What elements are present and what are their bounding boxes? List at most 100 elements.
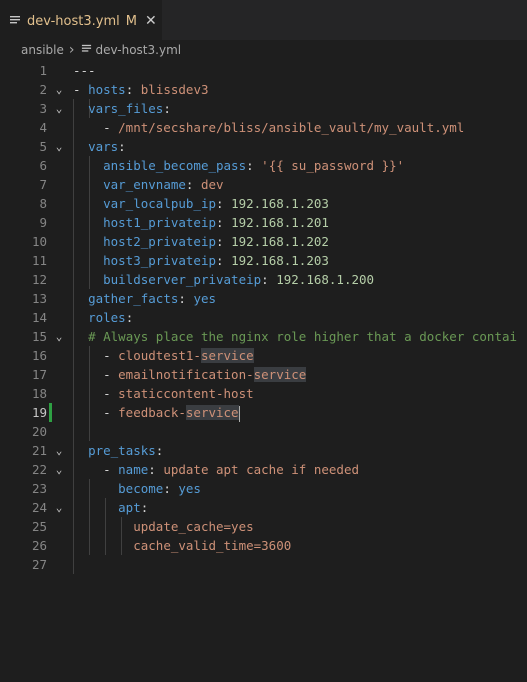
- code-line[interactable]: 7 var_envname: dev: [0, 175, 527, 194]
- chevron-down-icon[interactable]: ⌄: [52, 441, 66, 460]
- lines-file-icon: [81, 43, 92, 57]
- code-line[interactable]: 26 cache_valid_time=3600: [0, 536, 527, 555]
- code-token: :: [246, 158, 262, 173]
- code-line[interactable]: 13 gather_facts: yes: [0, 289, 527, 308]
- code-line[interactable]: 5 ⌄ vars:: [0, 137, 527, 156]
- code-token: dev: [200, 177, 224, 192]
- code-text: vars_files:: [73, 99, 171, 118]
- code-token: ansible_become_pass: [103, 158, 247, 173]
- close-icon[interactable]: ✕: [145, 13, 157, 29]
- line-number: 10: [31, 234, 47, 249]
- code-line[interactable]: 18 - staticcontent-host: [0, 384, 527, 403]
- line-number: 3: [39, 101, 47, 116]
- breadcrumb: ansible › dev-host3.yml: [0, 40, 527, 60]
- code-token: :: [216, 196, 232, 211]
- chevron-down-icon[interactable]: ⌄: [52, 99, 66, 118]
- code-token: 192.168.1.200: [276, 272, 375, 287]
- code-line[interactable]: 19 - feedback-service: [0, 403, 527, 422]
- code-text: pre_tasks:: [73, 441, 163, 460]
- code-line[interactable]: 10 host2_privateip: 192.168.1.202: [0, 232, 527, 251]
- code-line[interactable]: 11 host3_privateip: 192.168.1.203: [0, 251, 527, 270]
- chevron-down-icon[interactable]: ⌄: [52, 137, 66, 156]
- code-token: # Always place the nginx role higher tha…: [88, 329, 518, 344]
- code-line[interactable]: 14 roles:: [0, 308, 527, 327]
- line-number: 1: [39, 63, 47, 78]
- code-line[interactable]: 12 buildserver_privateip: 192.168.1.200: [0, 270, 527, 289]
- line-number: 15: [31, 329, 47, 344]
- code-token: :: [216, 253, 232, 268]
- code-token: staticcontent-host: [118, 386, 254, 401]
- code-token: buildserver_privateip: [103, 272, 262, 287]
- code-line[interactable]: 20: [0, 422, 527, 441]
- chevron-down-icon[interactable]: ⌄: [52, 460, 66, 479]
- line-number: 22: [31, 462, 47, 477]
- code-line[interactable]: 17 - emailnotification-service: [0, 365, 527, 384]
- code-line[interactable]: 21 ⌄ pre_tasks:: [0, 441, 527, 460]
- code-token: host1_privateip: [103, 215, 216, 230]
- code-token: :: [155, 443, 164, 458]
- line-number: 9: [39, 215, 47, 230]
- code-line[interactable]: 22 ⌄ - name: update apt cache if needed: [0, 460, 527, 479]
- code-token: :: [216, 215, 232, 230]
- code-token: apt: [118, 500, 141, 515]
- code-token: '{{ su_password }}': [261, 158, 405, 173]
- line-number: 5: [39, 139, 47, 154]
- code-line[interactable]: 9 host1_privateip: 192.168.1.201: [0, 213, 527, 232]
- code-token: vars: [88, 139, 119, 154]
- code-line[interactable]: 3 ⌄ vars_files:: [0, 99, 527, 118]
- chevron-down-icon[interactable]: ⌄: [52, 80, 66, 99]
- chevron-down-icon[interactable]: ⌄: [52, 327, 66, 346]
- code-line[interactable]: 24 ⌄ apt:: [0, 498, 527, 517]
- line-number: 7: [39, 177, 47, 192]
- line-number: 19: [31, 405, 47, 420]
- chevron-right-icon: ›: [68, 42, 75, 58]
- code-text: buildserver_privateip: 192.168.1.200: [73, 270, 374, 289]
- lines-file-icon: [9, 14, 23, 28]
- code-editor[interactable]: 1 --- 2 ⌄ - hosts: blissdev3 3 ⌄ vars_files: 4 …: [0, 61, 527, 682]
- code-text: - hosts: blissdev3: [73, 80, 209, 99]
- code-line[interactable]: 1 ---: [0, 61, 527, 80]
- code-token: -: [73, 120, 119, 135]
- code-line[interactable]: 23 become: yes: [0, 479, 527, 498]
- code-token: cloudtest1-: [118, 348, 201, 363]
- code-line[interactable]: 16 - cloudtest1-service: [0, 346, 527, 365]
- code-text: gather_facts: yes: [73, 289, 216, 308]
- code-token: -: [73, 82, 89, 97]
- code-token: emailnotification-: [118, 367, 254, 382]
- code-token: -: [73, 405, 119, 420]
- code-token: -: [73, 367, 119, 382]
- line-number: 6: [39, 158, 47, 173]
- code-token: update_cache=yes: [133, 519, 254, 534]
- code-line[interactable]: 8 var_localpub_ip: 192.168.1.203: [0, 194, 527, 213]
- line-number: 24: [31, 500, 47, 515]
- code-token: blissdev3: [140, 82, 209, 97]
- code-token: host2_privateip: [103, 234, 216, 249]
- code-line[interactable]: 4 - /mnt/secshare/bliss/ansible_vault/my…: [0, 118, 527, 137]
- code-token: var_envname: [103, 177, 186, 192]
- line-number: 27: [31, 557, 47, 572]
- code-text: - name: update apt cache if needed: [73, 460, 359, 479]
- code-line[interactable]: 2 ⌄ - hosts: blissdev3: [0, 80, 527, 99]
- tab-dev-host3[interactable]: dev-host3.yml M ✕: [0, 0, 162, 41]
- code-token: roles: [88, 310, 126, 325]
- code-text: host1_privateip: 192.168.1.201: [73, 213, 329, 232]
- code-token: host3_privateip: [103, 253, 216, 268]
- chevron-down-icon[interactable]: ⌄: [52, 498, 66, 517]
- code-line[interactable]: 27: [0, 555, 527, 574]
- line-number: 13: [31, 291, 47, 306]
- code-line[interactable]: 25 update_cache=yes: [0, 517, 527, 536]
- line-number: 17: [31, 367, 47, 382]
- code-token: 192.168.1.201: [231, 215, 329, 230]
- code-token: update apt cache if needed: [163, 462, 359, 477]
- code-line[interactable]: 6 ansible_become_pass: '{{ su_password }…: [0, 156, 527, 175]
- code-line[interactable]: 15 ⌄ # Always place the nginx role higher…: [0, 327, 527, 346]
- breadcrumb-file[interactable]: dev-host3.yml: [96, 43, 182, 57]
- code-text: roles:: [73, 308, 133, 327]
- code-text: update_cache=yes: [73, 517, 254, 536]
- breadcrumb-folder[interactable]: ansible: [21, 43, 64, 57]
